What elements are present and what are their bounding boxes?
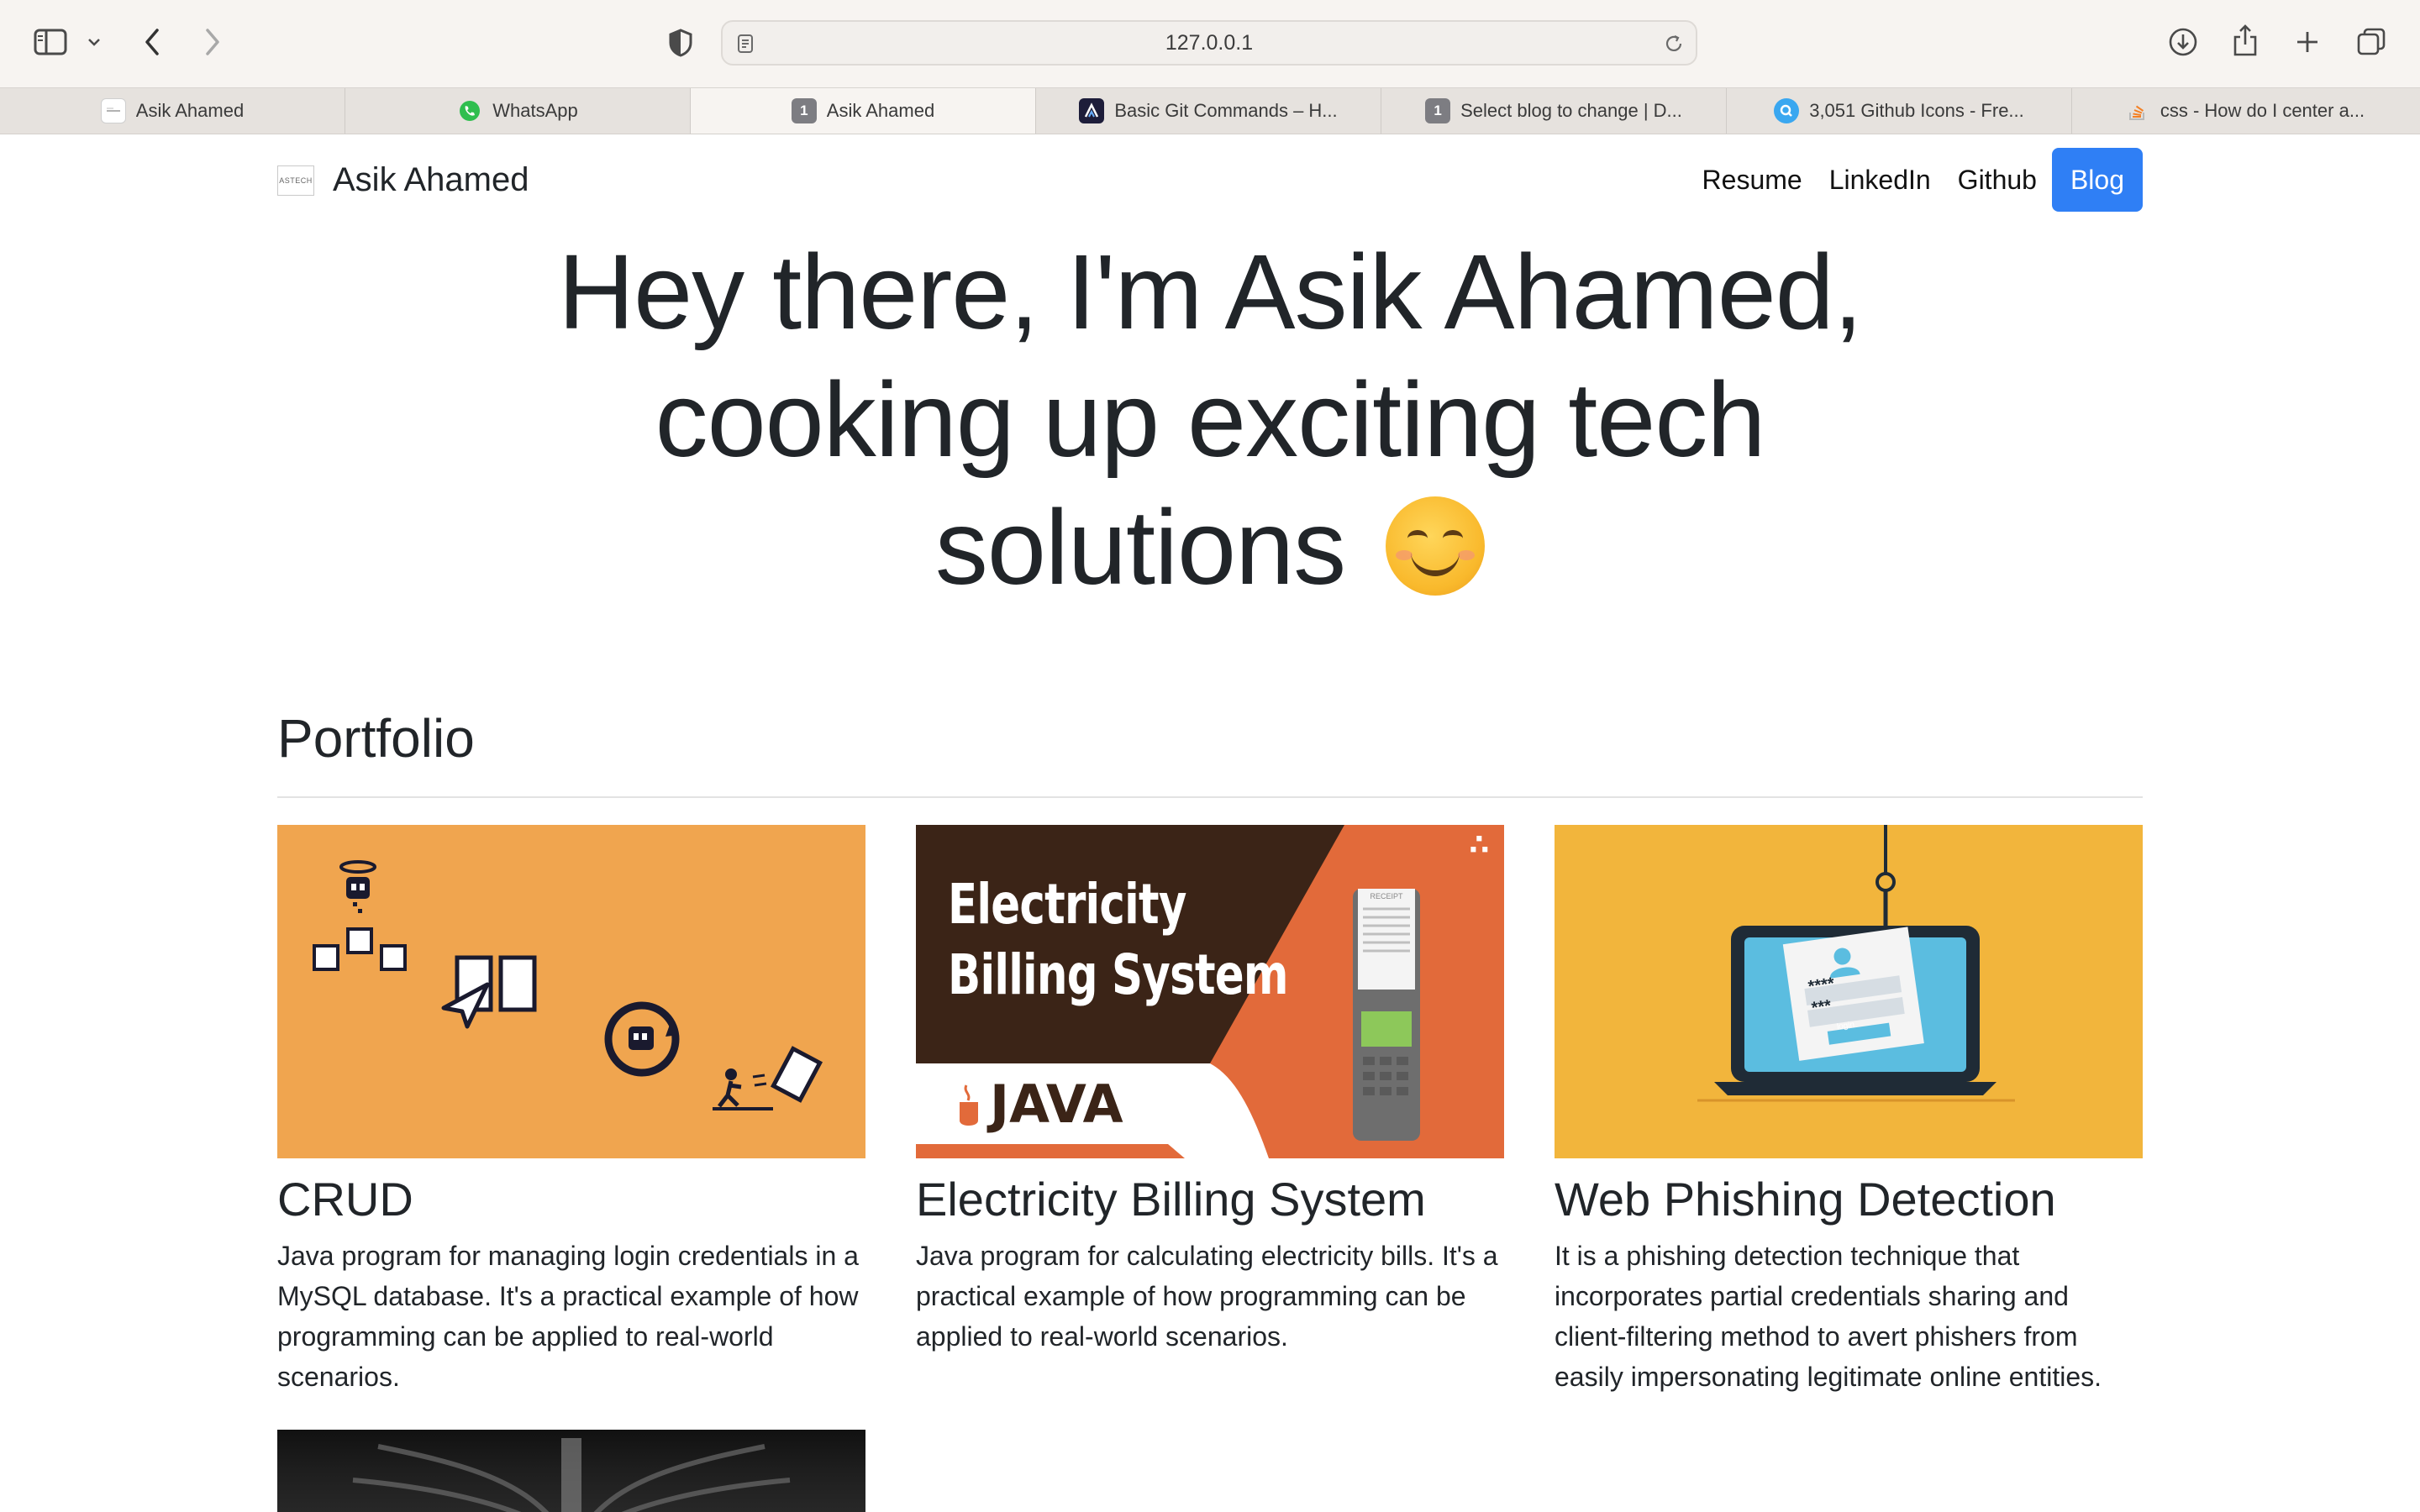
portfolio-card-electricity-billing[interactable]: Electricity Billing System JAVA RECEIPT … xyxy=(916,825,1504,1357)
smiling-face-icon xyxy=(1386,496,1486,596)
phishing-illustration xyxy=(1697,825,2015,1102)
tab-label: Asik Ahamed xyxy=(826,100,935,121)
tab-label: Basic Git Commands – H... xyxy=(1114,100,1338,121)
blog-button[interactable]: Blog xyxy=(2051,148,2143,212)
thumb-receipt-label: RECEIPT xyxy=(1370,892,1403,900)
thumb-title-line-1: Electricity xyxy=(948,872,1186,937)
gfg-logo-icon: ∴ xyxy=(1469,829,1489,861)
nav-link-resume[interactable]: Resume xyxy=(1702,165,1802,196)
asik-logo-icon xyxy=(100,98,126,123)
web-page: ASTECH Asik Ahamed Resume LinkedIn Githu… xyxy=(0,134,2420,1512)
portfolio-card-web-phishing[interactable]: **** *** login Web Phishing Detection It… xyxy=(1555,825,2143,1397)
share-icon[interactable] xyxy=(2230,22,2260,59)
brand-logo: ASTECH xyxy=(277,165,314,196)
section-divider xyxy=(277,796,2143,798)
hero-line-2: cooking up exciting tech xyxy=(655,360,1766,479)
chevron-down-icon[interactable] xyxy=(84,32,104,52)
crud-illustration xyxy=(313,860,823,1110)
tab-label: Asik Ahamed xyxy=(135,100,245,121)
card-title[interactable]: Web Phishing Detection xyxy=(1555,1172,2143,1227)
tab-select-blog[interactable]: 1 Select blog to change | D... xyxy=(1381,88,1727,134)
navbar-links: Resume LinkedIn Github Blog xyxy=(1676,148,2143,212)
brand-name: Asik Ahamed xyxy=(333,161,529,198)
tab-bar: Asik Ahamed WhatsApp 1 Asik Ahamed Basic… xyxy=(0,87,2420,134)
atlassian-icon xyxy=(1079,98,1105,123)
hero-line-1: Hey there, I'm Asik Ahamed, xyxy=(558,233,1863,351)
iconscout-icon xyxy=(1774,98,1800,123)
card-description: It is a phishing detection technique tha… xyxy=(1555,1241,2102,1392)
portfolio-card-crud[interactable]: CRUD Java program for managing login cre… xyxy=(277,825,865,1397)
thumb-title-line-2: Billing System xyxy=(948,942,1289,1007)
stackoverflow-icon xyxy=(2125,98,2150,123)
hero-line-3: solutions xyxy=(934,488,1346,606)
address-bar[interactable]: 127.0.0.1 xyxy=(721,20,1697,66)
sidebar-toggle-icon[interactable] xyxy=(32,27,69,57)
crud-thumbnail[interactable] xyxy=(277,825,865,1158)
nav-link-github[interactable]: Github xyxy=(1958,165,2037,196)
tab-label: 3,051 Github Icons - Fre... xyxy=(1809,100,2024,121)
card-title[interactable]: Electricity Billing System xyxy=(916,1172,1504,1227)
navbar-brand[interactable]: ASTECH Asik Ahamed xyxy=(277,161,529,199)
download-icon[interactable] xyxy=(2166,25,2200,59)
xray-illustration xyxy=(352,1438,791,1512)
portfolio-card-xray-thumbnail[interactable] xyxy=(277,1430,865,1512)
nav-link-linkedin[interactable]: LinkedIn xyxy=(1829,165,1931,196)
portfolio-heading: Portfolio xyxy=(277,708,475,769)
thumb-password-1: **** xyxy=(1807,974,1836,997)
hero-heading: Hey there, I'm Asik Ahamed, cooking up e… xyxy=(277,228,2143,612)
web-phishing-thumbnail[interactable]: **** *** login xyxy=(1555,825,2143,1158)
tab-asik-ahamed-active[interactable]: 1 Asik Ahamed xyxy=(691,88,1036,134)
forward-arrow-icon[interactable] xyxy=(198,25,227,59)
number-one-icon: 1 xyxy=(791,98,817,123)
tab-asik-ahamed-1[interactable]: Asik Ahamed xyxy=(0,88,345,134)
card-title[interactable]: CRUD xyxy=(277,1172,865,1227)
electricity-billing-thumbnail[interactable]: Electricity Billing System JAVA RECEIPT … xyxy=(916,825,1504,1158)
browser-toolbar: 127.0.0.1 xyxy=(0,0,2420,87)
privacy-shield-icon[interactable] xyxy=(666,27,696,59)
whatsapp-icon xyxy=(457,98,482,123)
tab-whatsapp[interactable]: WhatsApp xyxy=(345,88,691,134)
card-description: Java program for managing login credenti… xyxy=(277,1241,859,1392)
tab-label: Select blog to change | D... xyxy=(1460,100,1682,121)
tab-basic-git-commands[interactable]: Basic Git Commands – H... xyxy=(1036,88,1381,134)
thumb-java-label: JAVA xyxy=(990,1074,1123,1135)
tab-label: css - How do I center a... xyxy=(2160,100,2365,121)
new-tab-plus-icon[interactable] xyxy=(2292,27,2323,57)
url-text: 127.0.0.1 xyxy=(1165,30,1254,55)
tab-github-icons[interactable]: 3,051 Github Icons - Fre... xyxy=(1727,88,2072,134)
card-description: Java program for calculating electricity… xyxy=(916,1241,1498,1352)
tab-css-center[interactable]: css - How do I center a... xyxy=(2072,88,2417,134)
number-one-icon: 1 xyxy=(1425,98,1451,123)
thumb-password-2: *** xyxy=(1810,996,1833,1018)
reload-icon[interactable] xyxy=(1662,32,1686,55)
tab-overview-icon[interactable] xyxy=(2354,25,2388,59)
tab-label: WhatsApp xyxy=(492,100,578,121)
back-arrow-icon[interactable] xyxy=(138,25,166,59)
